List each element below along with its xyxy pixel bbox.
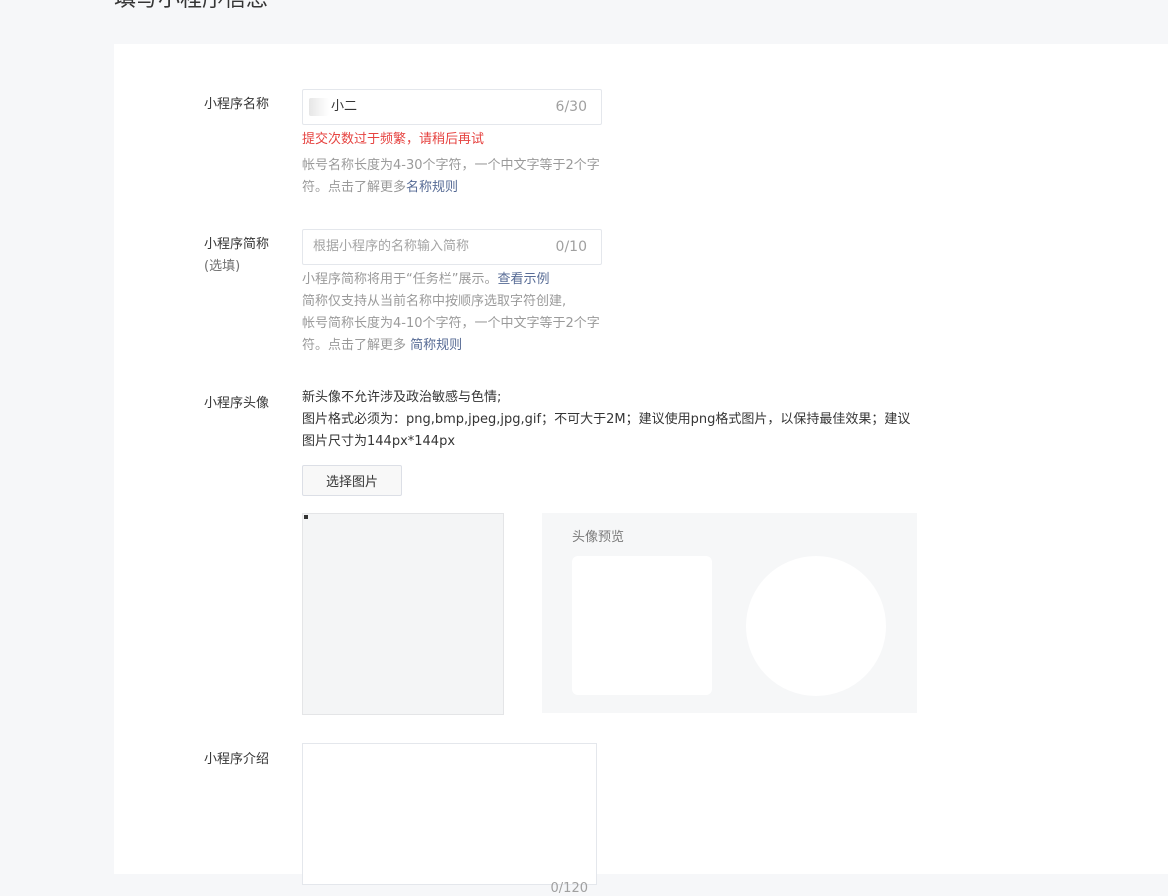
avatar-crop-area[interactable] (302, 513, 504, 715)
avatar-description: 新头像不允许涉及政治敏感与色情; 图片格式必须为：png,bmp,jpeg,jp… (302, 387, 912, 453)
form-card: 小程序名称 小二 6/30 提交次数过于频繁，请稍后再试 帐号名称长度为4-30… (114, 44, 1168, 896)
intro-char-count: 0/120 (550, 881, 588, 896)
choose-image-button[interactable]: 选择图片 (302, 465, 402, 496)
name-error-message: 提交次数过于频繁，请稍后再试 (302, 132, 485, 147)
short-name-rules-link[interactable]: 简称规则 (410, 338, 462, 353)
short-name-tip: 小程序简称将用于“任务栏”展示。查看示例 简称仅支持从当前名称中按顺序选取字符创… (302, 269, 602, 357)
intro-textarea[interactable]: 0/120 (302, 743, 597, 896)
name-input-value: 小二 (331, 99, 358, 114)
name-input[interactable]: 小二 6/30 (302, 89, 602, 125)
short-name-label-text: 小程序简称 (204, 237, 270, 252)
name-char-count: 6/30 (555, 99, 587, 115)
short-name-input[interactable]: 根据小程序的名称输入简称 0/10 (302, 229, 602, 265)
short-name-tip-line2: 简称仅支持从当前名称中按顺序选取字符创建, (302, 294, 567, 309)
avatar-preview-panel: 头像预览 (542, 513, 917, 713)
short-name-tip-line1: 小程序简称将用于“任务栏”展示。 (302, 272, 498, 287)
short-name-placeholder: 根据小程序的名称输入简称 (313, 239, 470, 254)
intro-label: 小程序介绍 (204, 752, 270, 767)
avatar-label: 小程序头像 (204, 396, 270, 411)
view-example-link[interactable]: 查看示例 (497, 272, 549, 287)
optional-hint: (选填) (204, 259, 241, 274)
name-label: 小程序名称 (204, 97, 270, 112)
square-avatar-preview (572, 556, 712, 695)
avatar-desc-line2: 图片格式必须为：png,bmp,jpeg,jpg,gif；不可大于2M；建议使用… (302, 412, 911, 449)
blurred-text-mask (309, 98, 329, 116)
avatar-preview-title: 头像预览 (572, 530, 625, 545)
page-title: 填写小程序信息 (114, 0, 268, 12)
name-rules-link[interactable]: 名称规则 (406, 180, 458, 195)
short-name-label: 小程序简称 (选填) (204, 234, 269, 278)
name-tip: 帐号名称长度为4-30个字符，一个中文字等于2个字符。点击了解更多名称规则 (302, 155, 602, 199)
avatar-desc-line1: 新头像不允许涉及政治敏感与色情; (302, 390, 502, 405)
crop-handle[interactable] (304, 515, 308, 519)
circle-avatar-preview (746, 556, 886, 696)
short-name-char-count: 0/10 (555, 239, 587, 255)
